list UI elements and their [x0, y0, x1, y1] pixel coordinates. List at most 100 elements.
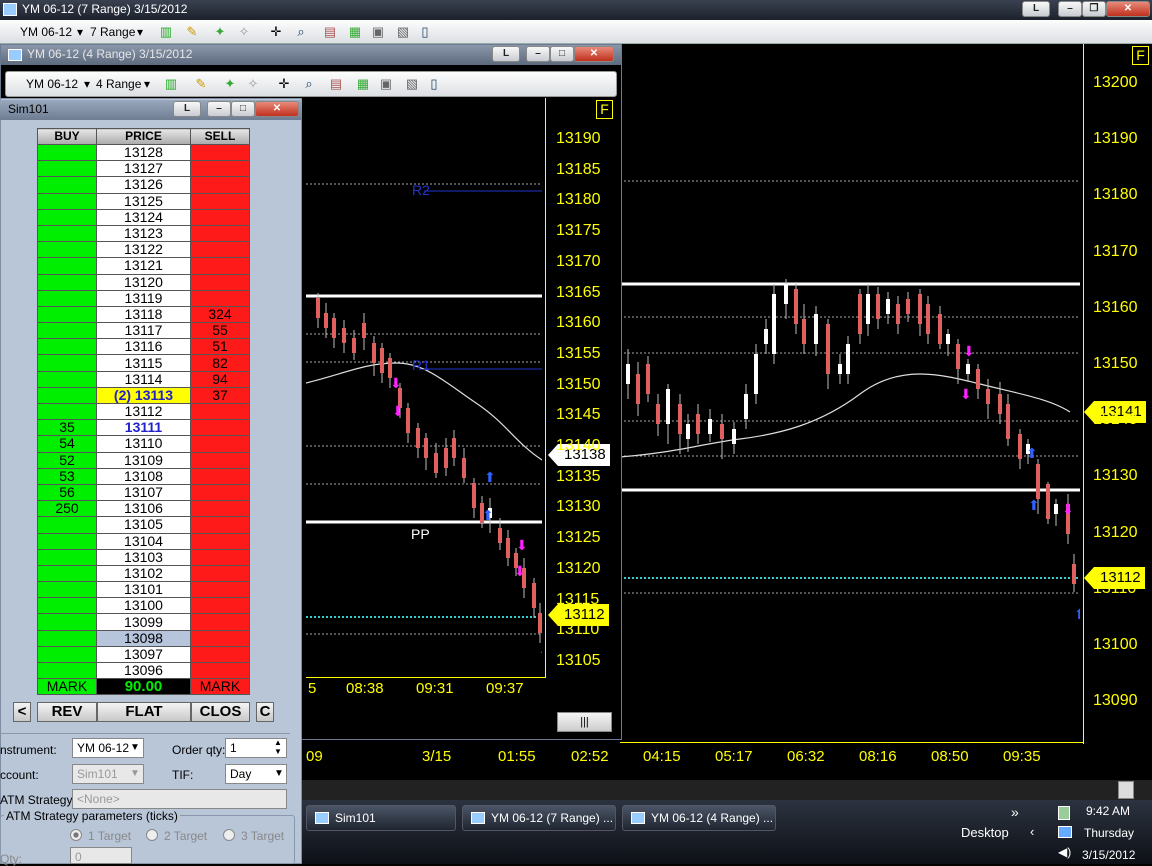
- main-chart-panel[interactable]: F ⬇ ⬇ ⬇ ⬆ ⬆ ⬆ 13141 13112 13200 13190 13180 1317…: [620, 44, 1152, 780]
- dom-row[interactable]: 13097: [37, 645, 250, 664]
- dom-sell-cell[interactable]: 82: [190, 354, 250, 372]
- second-maximize-button[interactable]: □: [550, 46, 574, 62]
- eraser-icon[interactable]: ✧: [236, 24, 252, 40]
- dom-sell-cell[interactable]: [190, 435, 250, 453]
- dom-row[interactable]: 13121: [37, 257, 250, 275]
- dom-price-cell[interactable]: 13106: [96, 500, 191, 518]
- dom-buy-cell[interactable]: [37, 402, 97, 421]
- tif-dropdown-icon[interactable]: ▼: [274, 768, 284, 779]
- dom-buy-cell[interactable]: [37, 370, 97, 388]
- dom-sell-cell[interactable]: [190, 597, 250, 615]
- dom-price-cell[interactable]: 13099: [96, 613, 191, 631]
- dom-buy-cell[interactable]: [37, 289, 97, 307]
- dom-buy-cell[interactable]: 250: [37, 500, 97, 518]
- dom-sell-cell[interactable]: [190, 176, 250, 194]
- dom-sell-cell[interactable]: [190, 645, 250, 664]
- dom-price-cell[interactable]: 13121: [96, 257, 191, 275]
- dom-row[interactable]: 13120: [37, 273, 250, 291]
- dom-sell-cell[interactable]: [190, 661, 250, 680]
- dom-buy-cell[interactable]: [37, 548, 97, 566]
- dom-row[interactable]: 35 13111: [37, 419, 250, 437]
- dom-price-cell[interactable]: 13127: [96, 160, 191, 178]
- eraser-icon[interactable]: ✧: [245, 76, 261, 92]
- zoom-icon[interactable]: ⌕: [301, 76, 317, 92]
- second-range-dropdown-icon[interactable]: ▾: [144, 77, 150, 91]
- taskbar-chevron[interactable]: »: [1011, 804, 1019, 820]
- dom-sell-cell[interactable]: [190, 483, 250, 502]
- dom-row[interactable]: 13125: [37, 192, 250, 210]
- dom-sell-cell[interactable]: [190, 224, 250, 243]
- clock-day[interactable]: Thursday: [1084, 826, 1134, 840]
- dom-buy-cell[interactable]: 52: [37, 451, 97, 469]
- dom-sell-cell[interactable]: [190, 613, 250, 631]
- dom-sell-cell[interactable]: [190, 241, 250, 259]
- dom-buy-cell[interactable]: [37, 516, 97, 534]
- dom-row[interactable]: 13115 82: [37, 354, 250, 372]
- main-range-select[interactable]: 7 Range: [90, 25, 135, 39]
- tray-volume-icon[interactable]: ◀): [1058, 845, 1071, 859]
- dom-row[interactable]: 13128: [37, 143, 250, 162]
- pin-icon[interactable]: ✦: [212, 24, 228, 40]
- dom-price-cell[interactable]: 13125: [96, 192, 191, 210]
- dom-maximize-button[interactable]: □: [231, 101, 255, 117]
- dom-sell-cell[interactable]: [190, 564, 250, 583]
- strategy-icon[interactable]: ▦: [347, 24, 363, 40]
- dom-row[interactable]: 13099: [37, 613, 250, 631]
- dom-row[interactable]: 13098: [37, 629, 250, 647]
- dom-row[interactable]: 53 13108: [37, 467, 250, 485]
- dom-price-cell[interactable]: 13096: [96, 661, 191, 680]
- dom-sell-cell[interactable]: [190, 451, 250, 469]
- dom-price-cell[interactable]: 13107: [96, 483, 191, 502]
- dom-buy-cell[interactable]: [37, 305, 97, 324]
- main-instrument-select[interactable]: YM 06-12: [20, 25, 72, 39]
- taskbar-item[interactable]: YM 06-12 (4 Range) ...: [622, 805, 776, 831]
- dom-sell-cell[interactable]: [190, 629, 250, 647]
- dom-price-cell[interactable]: 13122: [96, 241, 191, 259]
- strategy-icon[interactable]: ▦: [355, 76, 371, 92]
- dom-buy-cell[interactable]: [37, 160, 97, 178]
- tray-monitor-icon[interactable]: [1058, 826, 1072, 838]
- atm-strategy-select[interactable]: <None>: [72, 789, 287, 809]
- dom-buy-cell[interactable]: [37, 564, 97, 583]
- zoom-icon[interactable]: ⌕: [293, 24, 309, 40]
- dom-price-cell[interactable]: 13101: [96, 581, 191, 599]
- dom-price-cell[interactable]: 13100: [96, 597, 191, 615]
- dom-sell-cell[interactable]: 94: [190, 370, 250, 388]
- dom-price-cell[interactable]: 13105: [96, 516, 191, 534]
- dom-buy-cell[interactable]: [37, 176, 97, 194]
- dom-buy-cell[interactable]: [37, 386, 97, 405]
- dom-sell-cell[interactable]: [190, 467, 250, 485]
- dom-price-cell[interactable]: 13126: [96, 176, 191, 194]
- dom-sell-cell[interactable]: [190, 160, 250, 178]
- dom-price-cell[interactable]: 13118: [96, 305, 191, 324]
- dom-row[interactable]: 250 13106: [37, 500, 250, 518]
- main-l-button[interactable]: L: [1022, 1, 1050, 17]
- second-range-select[interactable]: 4 Range: [96, 77, 141, 91]
- pin-icon[interactable]: ✦: [222, 76, 238, 92]
- dom-row[interactable]: 13114 94: [37, 370, 250, 388]
- dom-sell-cell[interactable]: 37: [190, 386, 250, 405]
- second-instrument-dropdown-icon[interactable]: ▾: [84, 77, 90, 91]
- template-icon[interactable]: ▧: [395, 24, 411, 40]
- second-l-button[interactable]: L: [492, 46, 520, 62]
- dom-price-cell[interactable]: 13119: [96, 289, 191, 307]
- dom-sell-cell[interactable]: [190, 581, 250, 599]
- dom-buy-cell[interactable]: [37, 143, 97, 162]
- dom-price-cell[interactable]: 13124: [96, 208, 191, 226]
- dom-row[interactable]: 13100: [37, 597, 250, 615]
- dom-c-button[interactable]: C: [256, 702, 274, 722]
- dom-sell-cell[interactable]: [190, 273, 250, 291]
- main-scroll-strip[interactable]: [300, 780, 1152, 800]
- dom-row[interactable]: 13102: [37, 564, 250, 583]
- dom-buy-cell[interactable]: [37, 532, 97, 550]
- dom-buy-cell[interactable]: [37, 629, 97, 647]
- dom-buy-cell[interactable]: [37, 257, 97, 275]
- dom-sell-cell[interactable]: [190, 500, 250, 518]
- reverse-button[interactable]: REV: [37, 702, 97, 722]
- qty-input[interactable]: 0: [70, 847, 132, 864]
- dom-price-cell[interactable]: 13115: [96, 354, 191, 372]
- dom-buy-cell[interactable]: [37, 581, 97, 599]
- dom-price-cell[interactable]: 13116: [96, 338, 191, 356]
- dom-row[interactable]: 13124: [37, 208, 250, 226]
- dom-price-cell[interactable]: 13111: [96, 419, 191, 437]
